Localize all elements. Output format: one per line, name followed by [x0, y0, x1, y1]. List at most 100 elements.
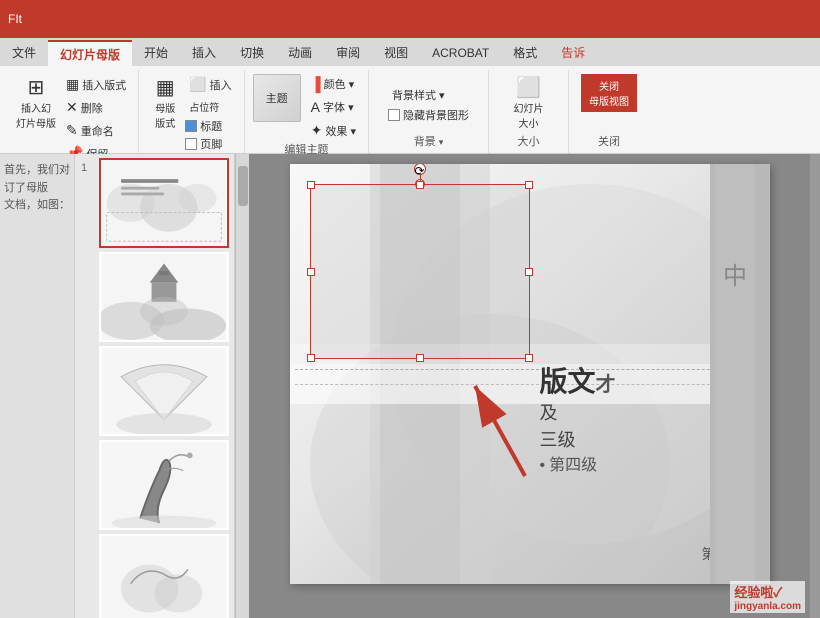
tab-slidemaster[interactable]: 幻灯片母版 [48, 40, 132, 66]
slide-canvas-4[interactable] [99, 440, 229, 530]
btn-insert-layout[interactable]: ▦ 插入版式 [62, 74, 130, 95]
tab-file[interactable]: 文件 [0, 40, 48, 66]
checkbox-footer-label: 页脚 [200, 136, 222, 152]
font-icon: A [311, 99, 320, 115]
insert-master-label: 插入幻灯片母版 [16, 100, 56, 130]
right-image-strip: 中 [710, 164, 770, 584]
tab-insert[interactable]: 插入 [180, 40, 228, 66]
slide-canvas-5[interactable] [99, 534, 229, 618]
btn-effect[interactable]: ✦ 效果 ▾ [307, 120, 360, 141]
title-bar: FIt [0, 0, 820, 38]
btn-delete[interactable]: ✕ 删除 [62, 97, 130, 118]
btn-color[interactable]: ▐ 颜色 ▾ [307, 74, 360, 94]
handle-bm[interactable] [416, 354, 424, 362]
close-master-label: 关闭母版视图 [589, 78, 629, 108]
title-text: FIt [8, 12, 22, 26]
checkbox-footer-box [185, 138, 197, 150]
slide-thumb-4[interactable] [99, 440, 230, 530]
bullet-icon: • [540, 454, 546, 478]
group-size: ⬜ 幻灯片大小 大小 [489, 70, 569, 153]
slide-panel: 1 [75, 154, 235, 618]
right-panel [810, 154, 820, 618]
btn-font[interactable]: A 字体 ▾ [307, 97, 360, 117]
slide-thumb-2[interactable] [99, 252, 230, 342]
tab-start[interactable]: 开始 [132, 40, 180, 66]
slide-size-icon: ⬜ [516, 76, 541, 100]
edit-theme-buttons: 主题 ▐ 颜色 ▾ A 字体 ▾ ✦ 效果 ▾ [253, 70, 360, 141]
effect-icon: ✦ [311, 122, 323, 139]
placeholder-icon: ⬜ [189, 76, 206, 93]
btn-theme[interactable]: 主题 [253, 74, 301, 122]
checkbox-hide-bg[interactable]: 隐藏背景图形 [388, 107, 469, 123]
master-layout-icon: ▦ [156, 76, 175, 100]
placeholder-label: 插入 [210, 77, 232, 93]
svg-text:中: 中 [723, 263, 747, 290]
slide-canvas-3[interactable] [99, 346, 229, 436]
watermark-subtext: jingyanla.com [734, 601, 801, 612]
group-edit-master: ⊞ 插入幻灯片母版 ▦ 插入版式 ✕ 删除 ✎ 重命名 📌 保留 [4, 70, 139, 153]
scroll-thumb[interactable] [238, 166, 248, 206]
slide-canvas-1[interactable] [99, 158, 229, 248]
btn-insert-placeholder2[interactable]: 占位符 [185, 97, 235, 116]
main-area: 首先，我们对 订了母版 文档，如图： 1 [0, 154, 820, 618]
rotate-handle[interactable]: ⟳ [414, 164, 426, 175]
btn-insert-placeholder[interactable]: ⬜ 插入 [185, 74, 235, 95]
btn-slide-size[interactable]: ⬜ 幻灯片大小 [509, 74, 547, 132]
handle-tm[interactable] [416, 181, 424, 189]
handle-tl[interactable] [307, 181, 315, 189]
tab-animation[interactable]: 动画 [276, 40, 324, 66]
hide-bg-box [388, 109, 400, 121]
background-buttons: 背景样式 ▾ 隐藏背景图形 [388, 70, 469, 133]
left-panel-text: 首先，我们对 订了母版 文档，如图： [4, 164, 70, 211]
edit-master-buttons: ⊞ 插入幻灯片母版 ▦ 插入版式 ✕ 删除 ✎ 重命名 📌 保留 [12, 70, 130, 164]
master-layout-buttons: ▦ 母版版式 ⬜ 插入 占位符 标题 页脚 [147, 70, 235, 152]
handle-lm[interactable] [307, 268, 315, 276]
font-label: 字体 ▾ [323, 99, 354, 115]
handle-bl[interactable] [307, 354, 315, 362]
btn-insert-slide-master[interactable]: ⊞ 插入幻灯片母版 [12, 74, 60, 132]
sidebar-scrollbar[interactable] [235, 154, 249, 618]
color-icon: ▐ [311, 76, 321, 92]
checkbox-title-label: 标题 [200, 118, 222, 134]
watermark-text: 经验啦✓ [734, 582, 801, 601]
tab-review[interactable]: 审阅 [324, 40, 372, 66]
slide-number-1: 1 [81, 162, 87, 174]
slide-svg-1 [101, 160, 227, 246]
handle-tr[interactable] [525, 181, 533, 189]
btn-bg-style[interactable]: 背景样式 ▾ [388, 85, 449, 105]
size-buttons: ⬜ 幻灯片大小 [509, 70, 547, 133]
delete-icon: ✕ [66, 99, 78, 116]
handle-br[interactable] [525, 354, 533, 362]
btn-close-master[interactable]: 关闭母版视图 [581, 74, 637, 112]
slide-size-label: 幻灯片大小 [513, 100, 543, 130]
effect-label: 效果 ▾ [325, 123, 356, 139]
ribbon-tabs: 文件 幻灯片母版 开始 插入 切换 动画 审阅 视图 ACROBAT 格式 告诉 [0, 38, 820, 66]
right-strip-svg: 中 [710, 164, 770, 584]
btn-master-layout[interactable]: ▦ 母版版式 [147, 74, 183, 132]
slide-thumb-5[interactable] [99, 534, 230, 618]
btn-rename[interactable]: ✎ 重命名 [62, 120, 130, 141]
tab-format[interactable]: 格式 [501, 40, 549, 66]
slide-thumb-1[interactable]: 1 [99, 158, 230, 248]
tab-help[interactable]: 告诉 [549, 40, 597, 66]
group-label-size: 大小 [517, 133, 539, 153]
rename-label: 重命名 [81, 123, 114, 139]
insert-master-icon: ⊞ [28, 76, 45, 100]
insert-layout-label: 插入版式 [82, 77, 126, 93]
group-background: 背景样式 ▾ 隐藏背景图形 背景 ▾ [369, 70, 489, 153]
selected-image-box[interactable]: ⟳ [310, 184, 530, 359]
slide-canvas-2[interactable] [99, 252, 229, 342]
checkbox-footer[interactable]: 页脚 [185, 136, 235, 152]
tab-acrobat[interactable]: ACROBAT [420, 40, 501, 66]
tab-transition[interactable]: 切换 [228, 40, 276, 66]
slide-thumb-3[interactable] [99, 346, 230, 436]
handle-rm[interactable] [525, 268, 533, 276]
slide-svg-2 [101, 254, 227, 340]
group-label-bg: 背景 ▾ [414, 133, 444, 153]
group-master-layout: ▦ 母版版式 ⬜ 插入 占位符 标题 页脚 [139, 70, 244, 153]
tab-view[interactable]: 视图 [372, 40, 420, 66]
slide-content-area: ⟳ [249, 154, 810, 618]
placeholder-label2: 占位符 [189, 99, 219, 114]
checkbox-title[interactable]: 标题 [185, 118, 235, 134]
color-label: 颜色 ▾ [324, 76, 355, 92]
